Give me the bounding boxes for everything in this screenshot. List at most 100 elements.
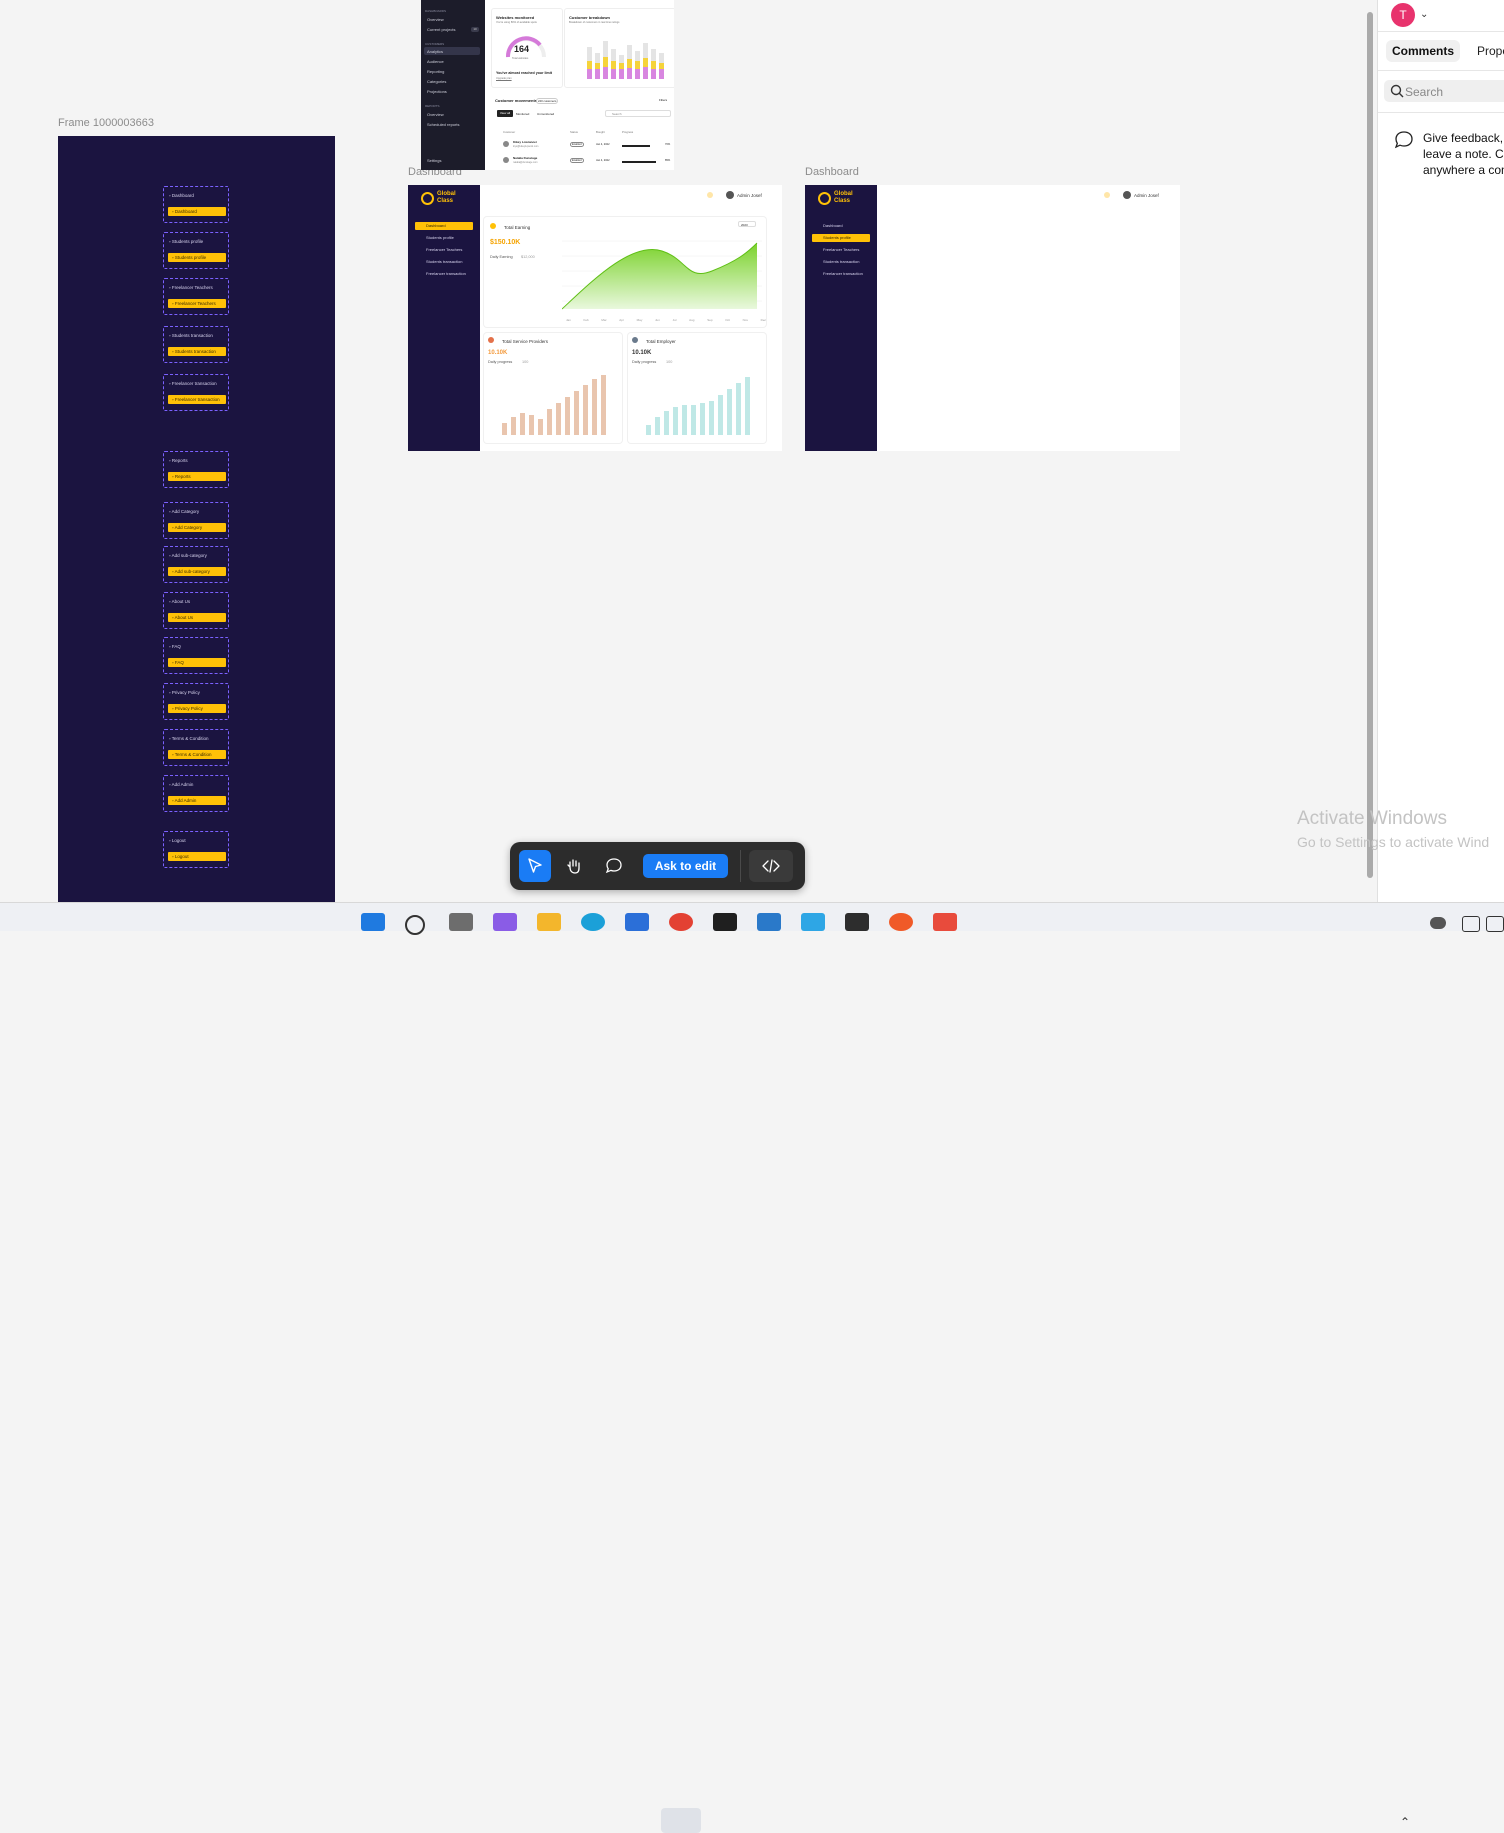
nav-freelancer-transaction[interactable]: Freelancer transaction	[812, 270, 870, 278]
menu-item-default[interactable]: ▫ About Us	[169, 599, 190, 604]
table-search-input[interactable]: Search	[605, 110, 671, 117]
sidebar-components-frame[interactable]: ▫ Dashboard ▫ Dashboard ▫ Students profile…	[58, 136, 335, 902]
terminal-icon[interactable]	[845, 913, 869, 931]
column-header[interactable]: Bought	[596, 130, 605, 134]
nav-freelancer-transaction[interactable]: Freelancer transaction	[415, 270, 473, 278]
menu-item-active[interactable]: ▫ Privacy Policy	[168, 704, 226, 713]
dev-mode-toggle[interactable]	[749, 850, 793, 882]
menu-item-default[interactable]: ▫ Add Category	[169, 509, 199, 514]
filter-monitored[interactable]: Monitored	[516, 112, 529, 116]
sidebar-item-overview[interactable]: Overview	[427, 17, 444, 22]
menu-item-default[interactable]: ▫ Students transaction	[169, 333, 213, 338]
move-tool-button[interactable]	[519, 850, 551, 882]
menu-item-variants[interactable]: ▫ Freelancer Teachers ▫ Freelancer Teache…	[163, 278, 229, 315]
period-select[interactable]: 2023	[738, 221, 756, 227]
column-header[interactable]: Progress	[622, 130, 633, 134]
menu-item-variants[interactable]: ▫ Add sub-category ▫ Add sub-category	[163, 546, 229, 583]
menu-item-active[interactable]: ▫ Students profile	[168, 253, 226, 262]
menu-item-variants[interactable]: ▫ FAQ ▫ FAQ	[163, 637, 229, 674]
sidebar-item-audience[interactable]: Audience	[427, 59, 444, 64]
nav-students-transaction[interactable]: Students transaction	[415, 258, 473, 266]
menu-item-active[interactable]: ▫ Add Category	[168, 523, 226, 532]
nav-freelancer-teachers[interactable]: Freelancer Teachers	[812, 246, 870, 254]
column-header[interactable]: Status	[570, 130, 578, 134]
menu-item-active[interactable]: ▫ Add sub-category	[168, 567, 226, 576]
nav-freelancer-teachers[interactable]: Freelancer Teachers	[415, 246, 473, 254]
chrome-icon[interactable]	[669, 913, 693, 931]
vertical-scrollbar[interactable]	[1367, 12, 1373, 878]
menu-item-default[interactable]: ▫ Students profile	[169, 239, 203, 244]
sidebar-item-overview-2[interactable]: Overview	[427, 112, 444, 117]
sidebar-item-projections[interactable]: Projections	[427, 89, 447, 94]
menu-item-active[interactable]: ▫ FAQ	[168, 658, 226, 667]
menu-item-variants[interactable]: ▫ Dashboard ▫ Dashboard	[163, 186, 229, 223]
sidebar-item-categories[interactable]: Categories	[427, 79, 446, 84]
filters-button[interactable]: Filters	[659, 98, 667, 102]
menu-item-active[interactable]: ▫ Add Admin	[168, 796, 226, 805]
dashboard-frame[interactable]: Global Class Dashboard Students profile F…	[408, 185, 782, 451]
menu-item-default[interactable]: ▫ Reports	[169, 458, 188, 463]
menu-item-variants[interactable]: ▫ Students transaction ▫ Students transac…	[163, 326, 229, 363]
chevron-up-icon[interactable]: ⌃	[1400, 1815, 1410, 1829]
app-icon[interactable]	[889, 913, 913, 931]
comment-tool-button[interactable]	[598, 850, 630, 882]
nav-students-profile[interactable]: Students profile	[415, 234, 473, 242]
skype-icon[interactable]	[801, 913, 825, 931]
menu-item-variants[interactable]: ▫ Reports ▫ Reports	[163, 451, 229, 488]
nav-dashboard[interactable]: Dashboard	[812, 222, 870, 230]
analytics-dashboard-frame[interactable]: DASHBOARDS Overview Current projects 10 …	[421, 0, 674, 170]
menu-item-variants[interactable]: ▫ Privacy Policy ▫ Privacy Policy	[163, 683, 229, 720]
sidebar-item-settings[interactable]: Settings	[427, 158, 441, 163]
notification-icon[interactable]	[1104, 192, 1110, 198]
copilot-icon[interactable]	[493, 913, 517, 931]
avatar[interactable]	[1123, 191, 1131, 199]
user-avatar[interactable]: T	[1391, 3, 1415, 27]
upgrade-link[interactable]: Upgrade plan	[496, 77, 512, 80]
nav-students-profile[interactable]: Students profile	[812, 234, 870, 242]
menu-item-active[interactable]: ▫ Students transaction	[168, 347, 226, 356]
search-icon[interactable]	[405, 915, 425, 935]
menu-item-default[interactable]: ▫ Freelancer transaction	[169, 381, 217, 386]
vscode-icon[interactable]	[757, 913, 781, 931]
menu-item-default[interactable]: ▫ Logout	[169, 838, 186, 843]
sidebar-item-reporting[interactable]: Reporting	[427, 69, 444, 74]
nav-students-transaction[interactable]: Students transaction	[812, 258, 870, 266]
chevron-down-icon[interactable]: ⌄	[1420, 9, 1428, 20]
menu-item-active[interactable]: ▫ Freelancer transaction	[168, 395, 226, 404]
avatar[interactable]	[726, 191, 734, 199]
tab-comments[interactable]: Comments	[1386, 40, 1460, 62]
menu-item-active[interactable]: ▫ Dashboard	[168, 207, 226, 216]
sidebar-item-current-projects[interactable]: Current projects	[427, 27, 455, 32]
user-name[interactable]: Admin Josef	[1134, 193, 1159, 198]
column-header[interactable]: Customer	[503, 130, 515, 134]
menu-item-active[interactable]: ▫ About Us	[168, 613, 226, 622]
menu-item-default[interactable]: ▫ Privacy Policy	[169, 690, 200, 695]
sidebar-item-scheduled-reports[interactable]: Scheduled reports	[427, 122, 459, 127]
menu-item-active[interactable]: ▫ Reports	[168, 472, 226, 481]
dashboard-frame-label[interactable]: Dashboard	[805, 166, 859, 178]
ask-to-edit-button[interactable]: Ask to edit	[643, 854, 728, 878]
edge-icon[interactable]	[581, 913, 605, 931]
menu-item-active[interactable]: ▫ Freelancer Teachers	[168, 299, 226, 308]
nav-dashboard[interactable]: Dashboard	[415, 222, 473, 230]
onedrive-icon[interactable]	[1430, 917, 1446, 929]
file-explorer-icon[interactable]	[537, 913, 561, 931]
windows-start-icon[interactable]	[361, 913, 385, 931]
menu-item-default[interactable]: ▫ FAQ	[169, 644, 181, 649]
menu-item-default[interactable]: ▫ Freelancer Teachers	[169, 285, 213, 290]
menu-item-variants[interactable]: ▫ Logout ▫ Logout	[163, 831, 229, 868]
menu-item-active[interactable]: ▫ Terms & Condition	[168, 750, 226, 759]
menu-item-variants[interactable]: ▫ Students profile ▫ Students profile	[163, 232, 229, 269]
filter-unmonitored[interactable]: Unmonitored	[537, 112, 554, 116]
task-view-icon[interactable]	[449, 913, 473, 931]
hand-tool-button[interactable]	[558, 850, 590, 882]
menu-item-variants[interactable]: ▫ Add Admin ▫ Add Admin	[163, 775, 229, 812]
menu-item-variants[interactable]: ▫ About Us ▫ About Us	[163, 592, 229, 629]
menu-item-default[interactable]: ▫ Terms & Condition	[169, 736, 209, 741]
menu-item-default[interactable]: ▫ Dashboard	[169, 193, 194, 198]
menu-item-variants[interactable]: ▫ Freelancer transaction ▫ Freelancer tra…	[163, 374, 229, 411]
app-icon[interactable]	[933, 913, 957, 931]
menu-item-variants[interactable]: ▫ Add Category ▫ Add Category	[163, 502, 229, 539]
menu-item-default[interactable]: ▫ Add Admin	[169, 782, 193, 787]
menu-item-variants[interactable]: ▫ Terms & Condition ▫ Terms & Condition	[163, 729, 229, 766]
